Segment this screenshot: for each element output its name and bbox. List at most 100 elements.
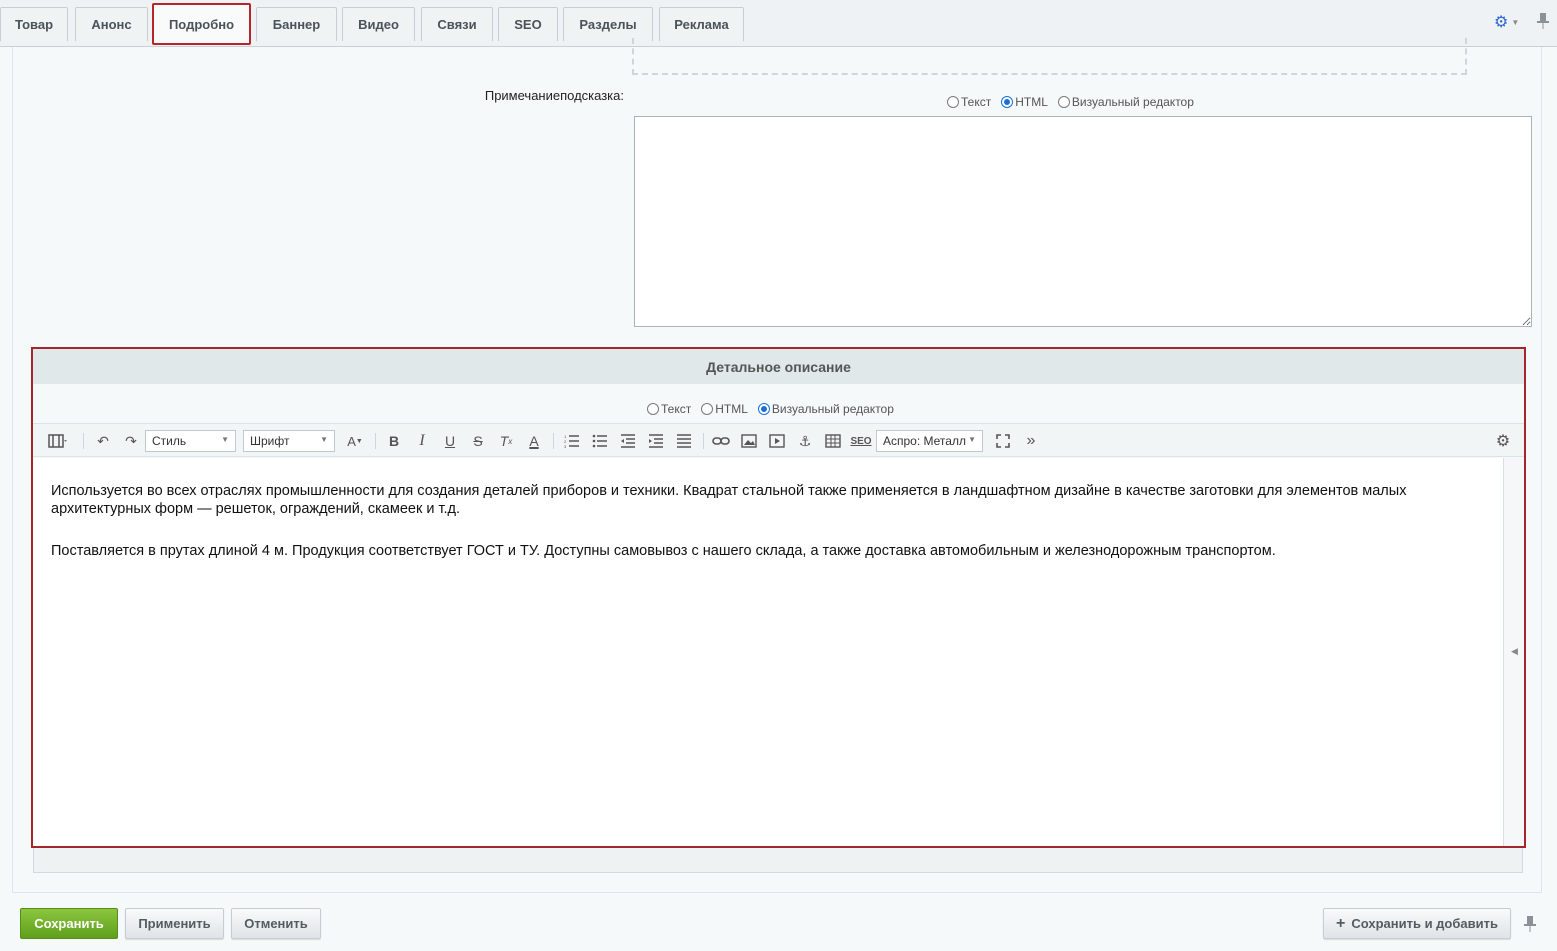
pin-icon[interactable] [1537,13,1551,31]
more-icon[interactable]: » [1019,431,1043,451]
radio-label: Визуальный редактор [771,402,894,416]
chevron-left-icon: ◀ [1511,646,1518,656]
radio-button[interactable] [757,403,770,415]
font-size-icon[interactable]: A ▼ [341,431,369,451]
indent-icon[interactable] [645,431,667,451]
anchor-icon[interactable]: ⚓ [793,431,817,451]
cancel-button[interactable]: Отменить [231,908,321,939]
detail-mode-text[interactable]: Текст [647,402,691,416]
italic-icon[interactable]: I [411,431,433,451]
svg-text:3: 3 [564,444,567,448]
unordered-list-icon[interactable] [589,431,611,451]
toolbar-mode-icon[interactable] [43,431,73,451]
editor-side-panel-toggle[interactable]: ◀ [1503,458,1524,846]
radio-label: Текст [961,95,992,109]
template-select-value: Аспро: Металл [883,434,966,448]
note-mode-switch: Текст HTML Визуальный редактор [947,95,1204,109]
bold-icon[interactable]: B [383,431,405,451]
tab-video[interactable]: Видео [342,7,415,41]
tab-product[interactable]: Товар [0,7,68,41]
template-select[interactable]: Аспро: Металл ▼ [876,430,983,452]
note-mode-visual[interactable]: Визуальный редактор [1057,95,1194,109]
note-mode-html[interactable]: HTML [1001,95,1048,109]
radio-button[interactable] [947,96,959,108]
toolbar-divider [83,433,84,449]
editor-paragraph: Поставляется в прутах длиной 4 м. Продук… [51,543,1276,559]
save-button[interactable]: Сохранить [20,908,118,939]
tab-details[interactable]: Подробно [152,3,251,45]
detail-description-block: Детальное описание Текст HTML Визуальный… [31,347,1526,848]
tab-label: Разделы [579,17,637,32]
radio-button[interactable] [1057,96,1070,108]
tab-label: Баннер [272,17,321,32]
align-justify-icon[interactable] [673,431,695,451]
save-and-add-label: Сохранить и добавить [1351,916,1498,931]
editor-text[interactable]: Используется во всех отраслях промышленн… [51,482,1499,584]
detail-mode-html[interactable]: HTML [701,402,748,416]
tab-label: SEO [514,17,542,32]
detail-mode-visual[interactable]: Визуальный редактор [757,402,894,416]
video-icon[interactable] [765,431,789,451]
pin-icon[interactable] [1524,916,1538,932]
ordered-list-icon[interactable]: 123 [561,431,583,451]
tab-banner[interactable]: Баннер [256,7,337,41]
chevron-down-icon: ▼ [320,435,328,444]
seo-label: SEO [850,435,872,447]
tab-announce[interactable]: Анонс [75,7,148,41]
editor-settings-gear-icon[interactable]: ⚙ [1491,431,1515,451]
note-mode-text[interactable]: Текст [947,95,991,109]
text-color-icon[interactable]: A [523,431,545,451]
style-select[interactable]: Стиль ▼ [145,430,236,452]
toolbar-divider [703,433,704,449]
strikethrough-icon[interactable]: S [467,431,489,451]
link-icon[interactable] [709,431,733,451]
table-icon[interactable] [821,431,845,451]
radio-label: HTML [1015,95,1048,109]
tab-label: Товар [14,17,54,32]
tab-label: Видео [358,17,399,32]
outdent-icon[interactable] [617,431,639,451]
redo-icon[interactable]: ↷ [119,431,143,451]
apply-button[interactable]: Применить [125,908,224,939]
font-select-value: Шрифт [250,434,290,448]
image-icon[interactable] [737,431,761,451]
clear-format-icon[interactable]: Tx [495,431,517,451]
underline-icon[interactable]: U [439,431,461,451]
tab-label: Реклама [674,17,729,32]
radio-label: HTML [715,402,748,416]
tab-label: Подробно [168,16,235,32]
editor-paragraph: Используется во всех отраслях промышленн… [51,483,1407,517]
fullscreen-icon[interactable] [991,431,1015,451]
seo-icon[interactable]: SEO [849,431,873,451]
undo-icon[interactable]: ↶ [91,431,115,451]
detail-mode-switch: Текст HTML Визуальный редактор [647,402,904,416]
settings-gear-icon[interactable]: ⚙ ▼ [1494,13,1520,31]
editor-status-bar [33,848,1523,873]
tab-ads[interactable]: Реклама [659,7,744,41]
note-label: Примечаниеподсказка: [484,88,624,103]
tab-label: Анонс [91,17,132,32]
chevron-down-icon: ▼ [968,435,976,444]
radio-label: Визуальный редактор [1071,95,1194,109]
radio-label: Текст [661,402,692,416]
style-select-value: Стиль [152,434,187,448]
radio-button[interactable] [1001,96,1014,108]
chevron-down-icon: ▼ [1511,17,1520,27]
radio-button[interactable] [701,403,714,415]
file-dropzone[interactable] [632,38,1467,75]
editor-toolbar: ↶ ↷ Стиль ▼ Шрифт ▼ A▼ B I U S Tx A 123 [33,423,1524,457]
save-and-add-button[interactable]: + Сохранить и добавить [1323,908,1511,939]
visual-editor-content[interactable]: Используется во всех отраслях промышленн… [33,458,1503,846]
toolbar-divider [553,433,554,449]
chevron-down-icon: ▼ [221,435,229,444]
font-select[interactable]: Шрифт ▼ [243,430,335,452]
tab-label: Связи [437,17,477,32]
tab-sections[interactable]: Разделы [563,7,653,41]
plus-icon: + [1336,914,1346,932]
detail-header: Детальное описание [33,349,1524,384]
radio-button[interactable] [647,403,659,415]
tab-seo[interactable]: SEO [498,7,558,41]
toolbar-divider [375,433,376,449]
note-textarea[interactable] [634,116,1532,327]
tab-links[interactable]: Связи [421,7,493,41]
